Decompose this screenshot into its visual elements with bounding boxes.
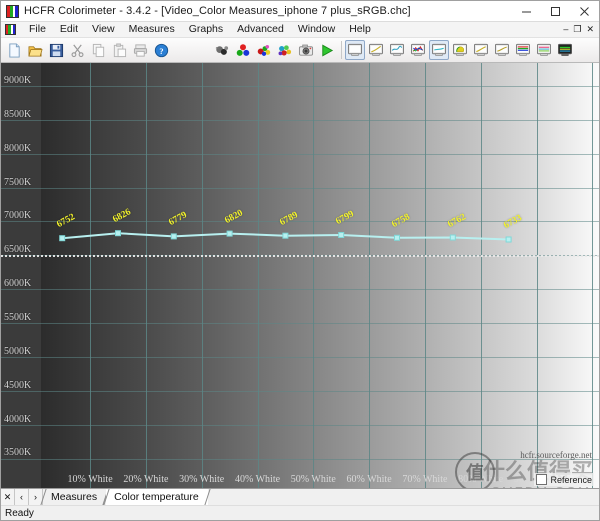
- mdi-restore-button[interactable]: ❐: [573, 22, 581, 37]
- save-document-button[interactable]: [46, 40, 66, 60]
- chart-plot-area: 9000K8500K8000K7500K7000K6500K6000K5500K…: [1, 63, 599, 488]
- graph-curve1-button[interactable]: [471, 40, 491, 60]
- chart-tab-bar: ✕ ‹ › Measures Color temperature: [1, 488, 599, 505]
- color-temperature-chart[interactable]: 9000K8500K8000K7500K7000K6500K6000K5500K…: [1, 63, 599, 488]
- tab-prev-button[interactable]: ‹: [15, 489, 29, 505]
- copy-button[interactable]: [88, 40, 108, 60]
- cut-button[interactable]: [67, 40, 87, 60]
- close-button[interactable]: [570, 1, 599, 21]
- print-button[interactable]: [130, 40, 150, 60]
- graph-gamma2-button[interactable]: [387, 40, 407, 60]
- paste-button[interactable]: [109, 40, 129, 60]
- menu-advanced[interactable]: Advanced: [230, 22, 291, 37]
- saturation-button[interactable]: [275, 40, 295, 60]
- menu-bar: File Edit View Measures Graphs Advanced …: [1, 22, 599, 38]
- main-toolbar: ?: [1, 38, 599, 63]
- menu-view[interactable]: View: [85, 22, 122, 37]
- reference-checkbox-label: Reference: [550, 475, 592, 485]
- rgb-levels-button[interactable]: [233, 40, 253, 60]
- source-watermark: hcfr.sourceforge.net: [520, 450, 592, 460]
- title-bar: HCFR Colorimeter - 3.4.2 - [Video_Color …: [1, 1, 599, 22]
- mdi-minimize-button[interactable]: –: [563, 22, 568, 37]
- mdi-child-icon: [5, 24, 16, 35]
- graph-curve2-button[interactable]: [492, 40, 512, 60]
- capture-button[interactable]: [296, 40, 316, 60]
- tab-close-button[interactable]: ✕: [1, 489, 15, 505]
- graph-gamma-button[interactable]: [366, 40, 386, 60]
- open-document-button[interactable]: [25, 40, 45, 60]
- run-measures-button[interactable]: [317, 40, 337, 60]
- window-title: HCFR Colorimeter - 3.4.2 - [Video_Color …: [24, 5, 411, 17]
- graph-bars1-button[interactable]: [513, 40, 533, 60]
- graph-cie-button[interactable]: [450, 40, 470, 60]
- mdi-close-button[interactable]: ✕: [586, 22, 594, 37]
- smzdm-text-watermark: SMZDM.COM: [491, 484, 591, 488]
- new-document-button[interactable]: [4, 40, 24, 60]
- color-measures-button[interactable]: [254, 40, 274, 60]
- graph-bars2-button[interactable]: [534, 40, 554, 60]
- menu-window[interactable]: Window: [291, 22, 342, 37]
- tab-measures[interactable]: Measures: [43, 489, 106, 505]
- menu-edit[interactable]: Edit: [53, 22, 85, 37]
- menu-measures[interactable]: Measures: [122, 22, 182, 37]
- hcfr-logo-icon: [6, 5, 19, 18]
- menu-graphs[interactable]: Graphs: [182, 22, 230, 37]
- mdi-window-controls: – ❐ ✕: [563, 22, 597, 37]
- maximize-button[interactable]: [541, 1, 570, 21]
- menu-help[interactable]: Help: [342, 22, 378, 37]
- about-button[interactable]: ?: [151, 40, 171, 60]
- temperature-series-line: [1, 63, 599, 488]
- graph-rgb-button[interactable]: [408, 40, 428, 60]
- status-bar: Ready: [1, 505, 599, 520]
- hcfr-application-window: HCFR Colorimeter - 3.4.2 - [Video_Color …: [0, 0, 600, 521]
- window-controls: [512, 1, 599, 21]
- tab-color-temperature[interactable]: Color temperature: [106, 489, 208, 505]
- minimize-button[interactable]: [512, 1, 541, 21]
- graph-luminance-button[interactable]: [345, 40, 365, 60]
- svg-text:?: ?: [159, 45, 163, 55]
- sensor-calibration-button[interactable]: [212, 40, 232, 60]
- smzdm-circle-watermark: 值: [455, 452, 495, 488]
- status-text: Ready: [5, 508, 34, 519]
- menu-file[interactable]: File: [22, 22, 53, 37]
- graph-color-temperature-button[interactable]: [429, 40, 449, 60]
- graph-spectrum-button[interactable]: [555, 40, 575, 60]
- tab-bar-filler: [208, 489, 599, 505]
